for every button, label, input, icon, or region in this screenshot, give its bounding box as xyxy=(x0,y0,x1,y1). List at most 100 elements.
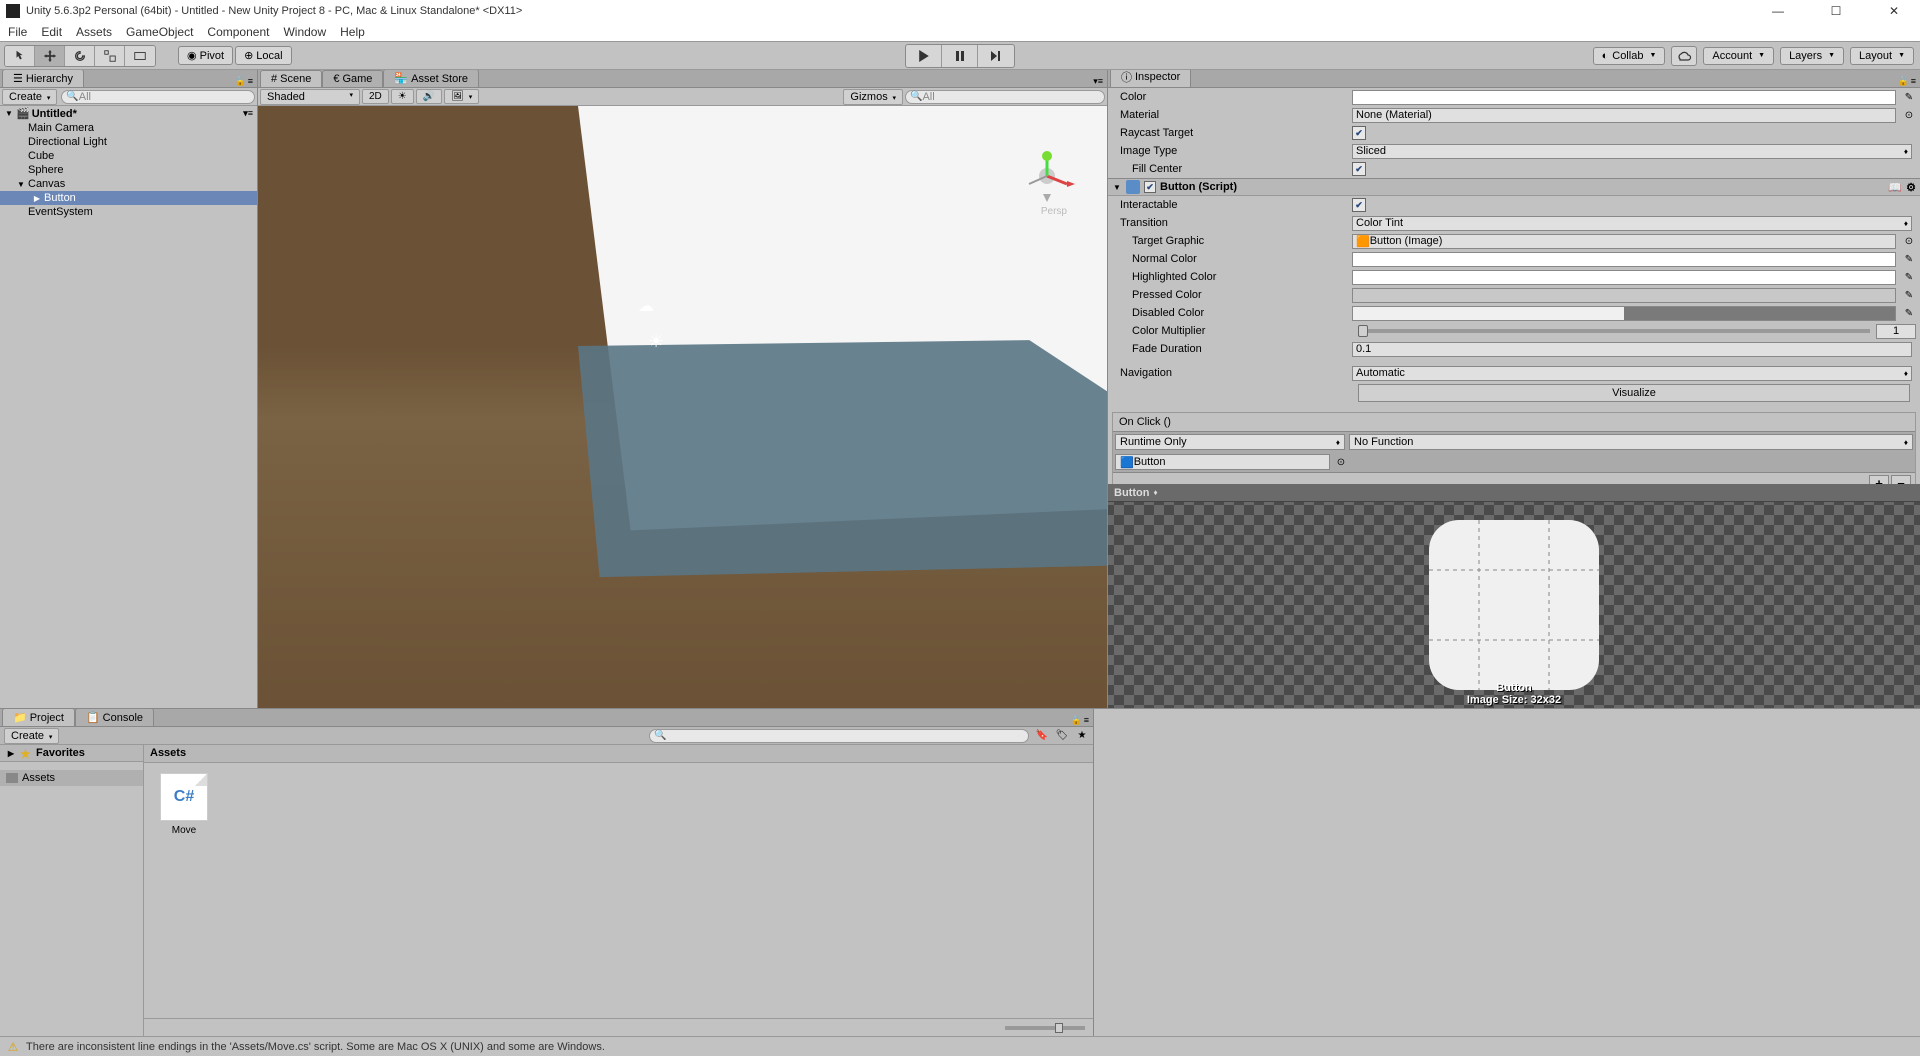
scene-2d-toggle[interactable]: 2D xyxy=(362,89,389,104)
target-graphic-field[interactable]: 🟧 Button (Image) xyxy=(1352,234,1896,249)
visualize-button[interactable]: Visualize xyxy=(1358,384,1910,402)
hierarchy-search-input[interactable]: 🔍 All xyxy=(61,90,255,104)
project-search-input[interactable]: 🔍 xyxy=(649,729,1029,743)
play-button[interactable] xyxy=(906,45,942,67)
onclick-runtime-dropdown[interactable]: Runtime Only♦ xyxy=(1115,434,1345,450)
close-button[interactable]: ✕ xyxy=(1874,2,1914,20)
rotate-tool-button[interactable] xyxy=(65,46,95,66)
image-type-dropdown[interactable]: Sliced♦ xyxy=(1352,144,1912,159)
tab-game[interactable]: € Game xyxy=(322,70,383,87)
navigation-dropdown[interactable]: Automatic♦ xyxy=(1352,366,1912,381)
eyedropper-icon[interactable]: ✎ xyxy=(1902,90,1916,104)
menu-file[interactable]: File xyxy=(8,25,27,39)
scene-gizmos-dropdown[interactable]: Gizmos ▾ xyxy=(843,89,903,105)
normal-color-field[interactable] xyxy=(1352,252,1896,267)
eyedropper-icon[interactable]: ✎ xyxy=(1902,252,1916,266)
onclick-object-field[interactable]: 🟦 Button xyxy=(1115,454,1330,470)
search-filter-icon[interactable]: 🏷 xyxy=(1055,729,1069,743)
assets-folder[interactable]: Assets xyxy=(0,770,143,786)
preview-header[interactable]: Button ♦ xyxy=(1108,484,1920,502)
search-star-icon[interactable]: ★ xyxy=(1075,729,1089,743)
layers-dropdown[interactable]: Layers ▼ xyxy=(1780,47,1844,65)
fade-duration-field[interactable]: 0.1 xyxy=(1352,342,1912,357)
menu-window[interactable]: Window xyxy=(283,25,326,39)
object-picker-icon[interactable]: ⊙ xyxy=(1902,234,1916,248)
local-toggle-button[interactable]: ⊕Local xyxy=(235,46,292,65)
menu-gameobject[interactable]: GameObject xyxy=(126,25,193,39)
move-tool-button[interactable] xyxy=(35,46,65,66)
hierarchy-create-dropdown[interactable]: Create ▾ xyxy=(2,89,57,105)
asset-item-move[interactable]: C# Move xyxy=(154,773,214,836)
scene-tab-menu-icon[interactable]: ▾≡ xyxy=(1093,76,1103,87)
disabled-color-field[interactable] xyxy=(1352,306,1896,321)
account-dropdown[interactable]: Account ▼ xyxy=(1703,47,1774,65)
eyedropper-icon[interactable]: ✎ xyxy=(1902,288,1916,302)
scene-orientation-gizmo[interactable] xyxy=(1017,146,1077,206)
hierarchy-item-button[interactable]: ▶Button xyxy=(0,191,257,205)
scene-audio-toggle[interactable]: 🔊 xyxy=(416,89,442,104)
tab-project[interactable]: 📁 Project xyxy=(2,708,75,726)
scene-draw-mode-dropdown[interactable]: Shaded ▾ xyxy=(260,89,360,105)
cloud-button[interactable] xyxy=(1671,46,1697,66)
hierarchy-item-canvas[interactable]: ▼Canvas xyxy=(0,177,257,191)
status-text[interactable]: There are inconsistent line endings in t… xyxy=(26,1041,605,1053)
project-menu-icon[interactable]: ≡ xyxy=(1084,715,1089,726)
raycast-checkbox[interactable]: ✔ xyxy=(1352,126,1366,140)
tab-asset-store[interactable]: 🏪 Asset Store xyxy=(383,69,479,87)
inspector-lock-icon[interactable]: 🔒 xyxy=(1898,76,1909,87)
eyedropper-icon[interactable]: ✎ xyxy=(1902,270,1916,284)
tab-hierarchy[interactable]: ☰ Hierarchy xyxy=(2,69,84,87)
panel-lock-icon[interactable]: 🔒 xyxy=(235,76,246,87)
eyedropper-icon[interactable]: ✎ xyxy=(1902,306,1916,320)
object-picker-icon[interactable]: ⊙ xyxy=(1902,108,1916,122)
tab-scene[interactable]: # Scene xyxy=(260,70,322,87)
button-component-header[interactable]: ▼✔Button (Script)📖⚙ xyxy=(1108,178,1920,196)
hierarchy-item-cube[interactable]: Cube xyxy=(0,149,257,163)
hierarchy-item-sphere[interactable]: Sphere xyxy=(0,163,257,177)
transition-dropdown[interactable]: Color Tint♦ xyxy=(1352,216,1912,231)
menu-assets[interactable]: Assets xyxy=(76,25,112,39)
scene-viewport[interactable]: ☁ ☀ Persp xyxy=(258,106,1107,708)
panel-menu-icon[interactable]: ≡ xyxy=(248,76,253,87)
interactable-checkbox[interactable]: ✔ xyxy=(1352,198,1366,212)
hierarchy-item-main-camera[interactable]: Main Camera xyxy=(0,121,257,135)
layout-dropdown[interactable]: Layout ▼ xyxy=(1850,47,1914,65)
maximize-button[interactable]: ☐ xyxy=(1816,2,1856,20)
scene-search-input[interactable]: 🔍 All xyxy=(905,90,1105,104)
inspector-menu-icon[interactable]: ≡ xyxy=(1911,76,1916,87)
hierarchy-item-eventsystem[interactable]: EventSystem xyxy=(0,205,257,219)
minimize-button[interactable]: — xyxy=(1758,2,1798,20)
color-multiplier-value[interactable]: 1 xyxy=(1876,324,1916,339)
favorites-header[interactable]: ▶★ Favorites xyxy=(0,745,143,762)
onclick-remove-button[interactable]: − xyxy=(1891,475,1911,484)
pressed-color-field[interactable] xyxy=(1352,288,1896,303)
menu-component[interactable]: Component xyxy=(207,25,269,39)
color-field[interactable] xyxy=(1352,90,1896,105)
step-button[interactable] xyxy=(978,45,1014,67)
onclick-add-button[interactable]: + xyxy=(1869,475,1889,484)
scene-light-toggle[interactable]: ☀ xyxy=(391,89,414,104)
project-create-dropdown[interactable]: Create ▾ xyxy=(4,728,59,744)
fill-center-checkbox[interactable]: ✔ xyxy=(1352,162,1366,176)
scene-root[interactable]: ▼🎬 Untitled*▾≡ xyxy=(0,106,257,121)
component-gear-icon[interactable]: ⚙ xyxy=(1906,181,1916,194)
onclick-function-dropdown[interactable]: No Function♦ xyxy=(1349,434,1913,450)
menu-edit[interactable]: Edit xyxy=(41,25,62,39)
hierarchy-item-directional-light[interactable]: Directional Light xyxy=(0,135,257,149)
scale-tool-button[interactable] xyxy=(95,46,125,66)
scene-fx-toggle[interactable]: 🖼 ▾ xyxy=(444,89,479,104)
rect-tool-button[interactable] xyxy=(125,46,155,66)
tab-console[interactable]: 📋 Console xyxy=(75,708,154,726)
hand-tool-button[interactable] xyxy=(5,46,35,66)
menu-help[interactable]: Help xyxy=(340,25,365,39)
object-picker-icon[interactable]: ⊙ xyxy=(1334,455,1348,469)
pivot-toggle-button[interactable]: ◉Pivot xyxy=(178,46,233,65)
collab-dropdown[interactable]: ◐ Collab ▼ xyxy=(1593,47,1666,65)
project-lock-icon[interactable]: 🔒 xyxy=(1071,715,1082,726)
component-help-icon[interactable]: 📖 xyxy=(1888,181,1902,194)
highlighted-color-field[interactable] xyxy=(1352,270,1896,285)
material-field[interactable]: None (Material) xyxy=(1352,108,1896,123)
search-filter-icon[interactable]: 🔖 xyxy=(1035,729,1049,743)
pause-button[interactable] xyxy=(942,45,978,67)
color-multiplier-slider[interactable] xyxy=(1358,329,1870,333)
